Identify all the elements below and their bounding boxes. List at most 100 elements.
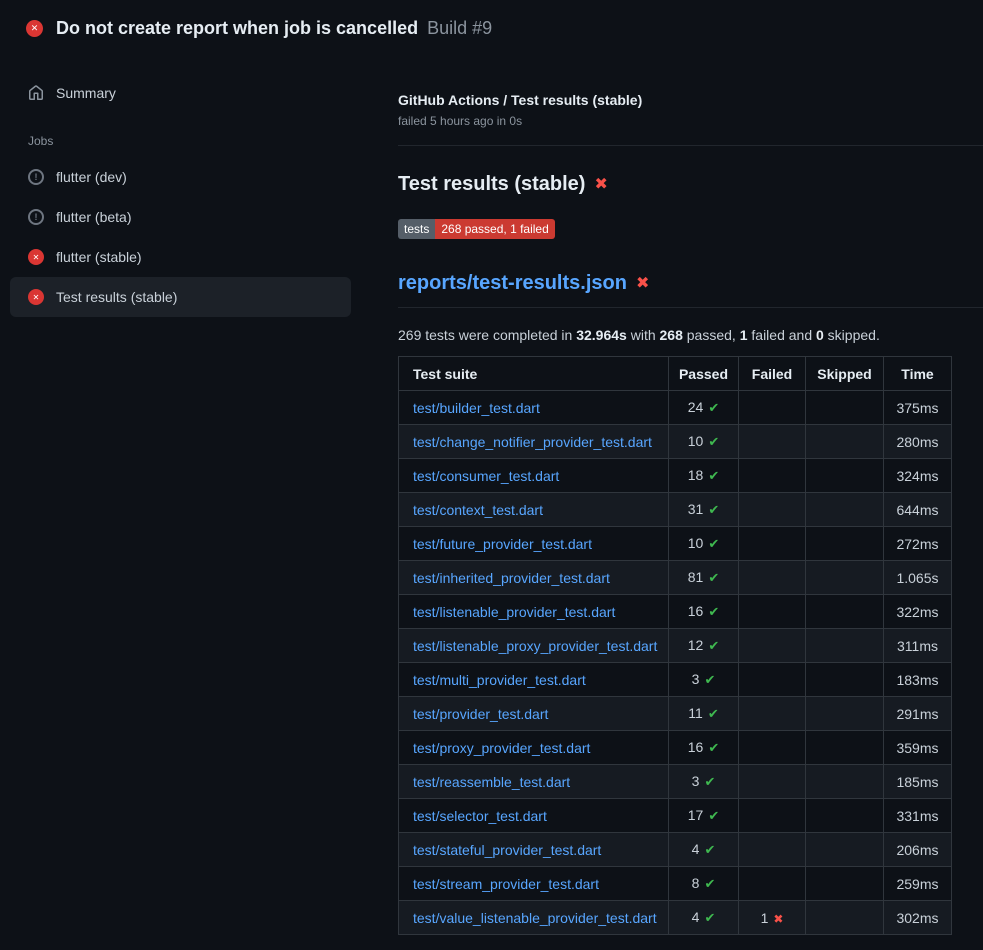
x-circle-icon: ✕ bbox=[28, 289, 44, 305]
skipped-cell bbox=[806, 425, 884, 459]
sidebar-item-label: flutter (dev) bbox=[56, 169, 127, 185]
sidebar-item-flutter-dev[interactable]: !flutter (dev) bbox=[10, 157, 351, 197]
sidebar-item-label: flutter (stable) bbox=[56, 249, 142, 265]
check-icon: ✔ bbox=[704, 910, 715, 925]
check-icon: ✔ bbox=[704, 876, 715, 891]
table-row: test/multi_provider_test.dart3✔183ms bbox=[399, 663, 952, 697]
test-suite-link[interactable]: test/inherited_provider_test.dart bbox=[413, 570, 610, 586]
passed-cell: 18✔ bbox=[669, 459, 739, 493]
test-suite-link[interactable]: test/selector_test.dart bbox=[413, 808, 547, 824]
check-icon: ✔ bbox=[708, 570, 719, 585]
passed-cell: 24✔ bbox=[669, 391, 739, 425]
summary-line: 269 tests were completed in 32.964s with… bbox=[398, 327, 983, 343]
table-row: test/proxy_provider_test.dart16✔359ms bbox=[399, 731, 952, 765]
test-suite-link[interactable]: test/stateful_provider_test.dart bbox=[413, 842, 601, 858]
table-row: test/builder_test.dart 24✔ 375ms bbox=[399, 391, 952, 425]
tests-badge: tests 268 passed, 1 failed bbox=[398, 219, 555, 239]
suite-cell: test/selector_test.dart bbox=[399, 799, 669, 833]
skipped-cell bbox=[806, 561, 884, 595]
time-cell: 185ms bbox=[884, 765, 952, 799]
test-suite-link[interactable]: test/reassemble_test.dart bbox=[413, 774, 570, 790]
suite-cell: test/reassemble_test.dart bbox=[399, 765, 669, 799]
failed-cell bbox=[739, 425, 806, 459]
build-title: Do not create report when job is cancell… bbox=[56, 18, 418, 39]
sidebar-item-test-results-stable[interactable]: ✕ Test results (stable) bbox=[10, 277, 351, 317]
suite-cell: test/context_test.dart bbox=[399, 493, 669, 527]
sidebar: Summary Jobs !flutter (dev)!flutter (bet… bbox=[0, 56, 398, 317]
table-row: test/listenable_provider_test.dart16✔322… bbox=[399, 595, 952, 629]
failed-x-icon: ✖ bbox=[594, 177, 607, 193]
time-cell: 375ms bbox=[884, 391, 952, 425]
failed-cell bbox=[739, 595, 806, 629]
failed-cell bbox=[739, 765, 806, 799]
passed-cell: 8✔ bbox=[669, 867, 739, 901]
sidebar-summary-label: Summary bbox=[56, 85, 116, 101]
test-suite-link[interactable]: test/builder_test.dart bbox=[413, 400, 540, 416]
sidebar-item-label: flutter (beta) bbox=[56, 209, 131, 225]
suite-cell: test/provider_test.dart bbox=[399, 697, 669, 731]
test-suite-link[interactable]: test/provider_test.dart bbox=[413, 706, 548, 722]
passed-cell: 11✔ bbox=[669, 697, 739, 731]
skipped-cell bbox=[806, 867, 884, 901]
test-suite-link[interactable]: test/future_provider_test.dart bbox=[413, 536, 592, 552]
test-suite-link[interactable]: test/stream_provider_test.dart bbox=[413, 876, 599, 892]
skipped-cell bbox=[806, 765, 884, 799]
failed-cell bbox=[739, 527, 806, 561]
section-divider bbox=[398, 145, 983, 146]
skipped-cell bbox=[806, 901, 884, 935]
sidebar-item-label: Test results (stable) bbox=[56, 289, 177, 305]
section-title-text: Test results (stable) bbox=[398, 173, 585, 196]
check-icon: ✔ bbox=[708, 434, 719, 449]
passed-cell: 10✔ bbox=[669, 527, 739, 561]
time-cell: 311ms bbox=[884, 629, 952, 663]
passed-cell: 4✔ bbox=[669, 901, 739, 935]
skipped-cell bbox=[806, 731, 884, 765]
skipped-cell bbox=[806, 663, 884, 697]
table-row: test/change_notifier_provider_test.dart 1… bbox=[399, 425, 952, 459]
failed-cell bbox=[739, 493, 806, 527]
badge-value: 268 passed, 1 failed bbox=[435, 219, 554, 239]
x-circle-icon: ✕ bbox=[28, 249, 44, 265]
check-icon: ✔ bbox=[704, 842, 715, 857]
failed-cell bbox=[739, 561, 806, 595]
column-header-test-suite: Test suite bbox=[399, 357, 669, 391]
badge-label: tests bbox=[398, 219, 435, 239]
check-icon: ✔ bbox=[708, 638, 719, 653]
home-icon bbox=[28, 85, 44, 101]
time-cell: 206ms bbox=[884, 833, 952, 867]
skipped-cell bbox=[806, 493, 884, 527]
test-suite-link[interactable]: test/value_listenable_provider_test.dart bbox=[413, 910, 657, 926]
check-icon: ✔ bbox=[708, 706, 719, 721]
test-suite-link[interactable]: test/change_notifier_provider_test.dart bbox=[413, 434, 652, 450]
table-row: test/inherited_provider_test.dart81✔1.06… bbox=[399, 561, 952, 595]
test-suite-link[interactable]: test/listenable_proxy_provider_test.dart bbox=[413, 638, 657, 654]
check-icon: ✔ bbox=[708, 400, 719, 415]
sidebar-item-flutter-stable[interactable]: ✕ flutter (stable) bbox=[10, 237, 351, 277]
passed-cell: 4✔ bbox=[669, 833, 739, 867]
x-icon: ✖ bbox=[773, 912, 783, 926]
test-suite-link[interactable]: test/consumer_test.dart bbox=[413, 468, 559, 484]
time-cell: 322ms bbox=[884, 595, 952, 629]
check-icon: ✔ bbox=[708, 604, 719, 619]
failed-cell bbox=[739, 799, 806, 833]
suite-cell: test/consumer_test.dart bbox=[399, 459, 669, 493]
test-suite-link[interactable]: test/context_test.dart bbox=[413, 502, 543, 518]
test-suite-link[interactable]: test/proxy_provider_test.dart bbox=[413, 740, 590, 756]
passed-cell: 16✔ bbox=[669, 731, 739, 765]
check-icon: ✔ bbox=[704, 774, 715, 789]
suite-cell: test/stateful_provider_test.dart bbox=[399, 833, 669, 867]
table-row: test/provider_test.dart 11✔ 291ms bbox=[399, 697, 952, 731]
time-cell: 324ms bbox=[884, 459, 952, 493]
skipped-cell bbox=[806, 595, 884, 629]
time-cell: 291ms bbox=[884, 697, 952, 731]
sidebar-item-summary[interactable]: Summary bbox=[10, 73, 351, 113]
test-suite-link[interactable]: test/listenable_provider_test.dart bbox=[413, 604, 615, 620]
time-cell: 1.065s bbox=[884, 561, 952, 595]
sidebar-item-flutter-beta[interactable]: !flutter (beta) bbox=[10, 197, 351, 237]
skipped-cell bbox=[806, 459, 884, 493]
test-suite-link[interactable]: test/multi_provider_test.dart bbox=[413, 672, 586, 688]
passed-cell: 10✔ bbox=[669, 425, 739, 459]
jobs-list: !flutter (dev)!flutter (beta) ✕ flutter (s… bbox=[0, 157, 398, 317]
report-link[interactable]: reports/test-results.json bbox=[398, 272, 627, 295]
test-results-table: Test suite Passed Failed Skipped Time te… bbox=[398, 356, 952, 935]
